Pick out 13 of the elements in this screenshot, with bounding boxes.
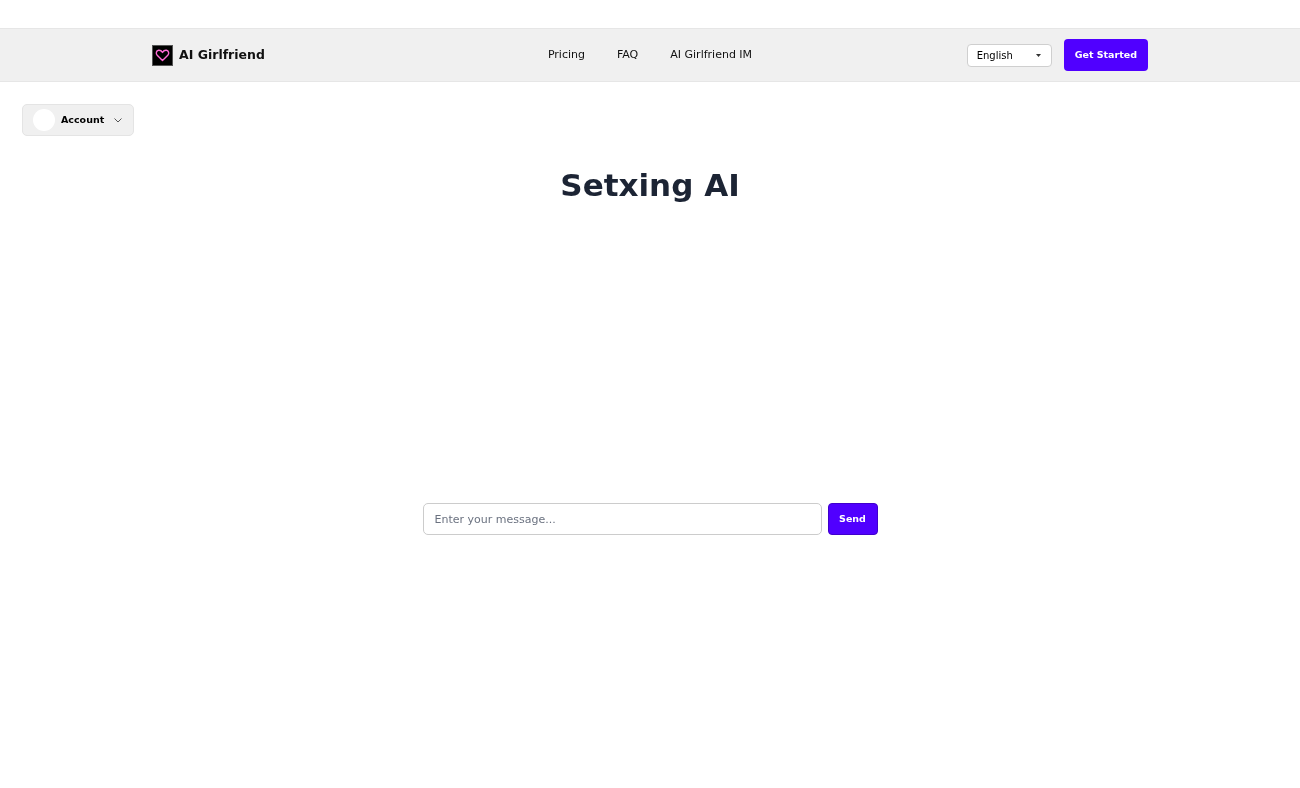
get-started-button[interactable]: Get Started bbox=[1063, 39, 1148, 71]
site-logo-text[interactable]: AI Girlfriend bbox=[179, 45, 265, 65]
heart-logo-icon bbox=[152, 44, 173, 66]
language-select[interactable]: English bbox=[966, 43, 1052, 67]
chevron-down-icon bbox=[114, 117, 123, 123]
nav-link[interactable]: AI Girlfriend IM bbox=[670, 46, 753, 64]
dropdown-triangle-icon bbox=[1035, 53, 1041, 57]
nav-link[interactable]: FAQ bbox=[616, 46, 639, 64]
page-title: Setxing AI bbox=[560, 166, 740, 204]
message-input-field[interactable]: Enter your message... bbox=[422, 503, 822, 535]
account-menu-button[interactable]: Account bbox=[22, 104, 134, 136]
nav-link[interactable]: Pricing bbox=[547, 46, 585, 64]
send-button[interactable]: Send bbox=[827, 503, 878, 535]
